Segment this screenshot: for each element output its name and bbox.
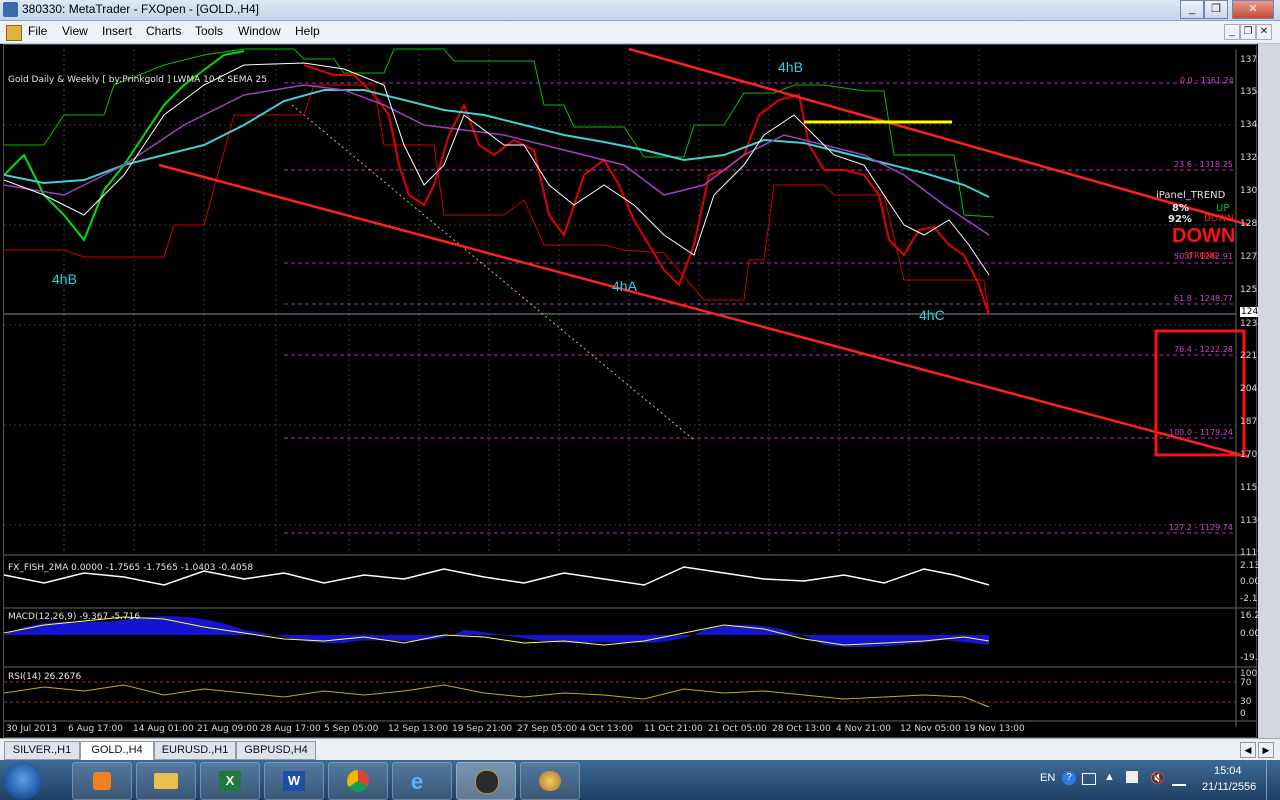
time-label: 12 Nov 05:00 <box>900 724 961 734</box>
time-label: 11 Oct 21:00 <box>644 724 703 734</box>
menu-charts[interactable]: Charts <box>146 24 181 38</box>
time-label: 5 Sep 05:00 <box>324 724 379 734</box>
help-icon[interactable]: ? <box>1062 771 1076 785</box>
chart-canvas[interactable] <box>4 45 1256 737</box>
menu-file[interactable]: File <box>28 24 47 38</box>
ma-cyan-line <box>4 89 990 198</box>
rsi-line <box>4 684 990 708</box>
time-label: 28 Aug 17:00 <box>260 724 321 734</box>
wave-label-4hb-top: 4hB <box>778 59 803 75</box>
tab-gbpusd-h4[interactable]: GBPUSD,H4 <box>236 741 316 760</box>
fib-label: 23.6 - 1318.25 <box>1174 160 1233 169</box>
trend-up-label: UP <box>1216 203 1230 214</box>
close-button[interactable]: ✕ <box>1232 0 1274 19</box>
menu-help[interactable]: Help <box>295 24 320 38</box>
clock-date[interactable]: 21/11/2556 <box>1202 781 1256 793</box>
macd-histogram <box>4 616 989 648</box>
fib-label: 61.8 - 1248.77 <box>1174 294 1233 303</box>
lower-channel-line <box>4 84 990 316</box>
menu-tools[interactable]: Tools <box>195 24 223 38</box>
time-label: 21 Oct 05:00 <box>708 724 767 734</box>
word-taskbar-icon[interactable]: W <box>264 762 324 800</box>
trend-down-label: DOWN <box>1204 214 1234 224</box>
tab-eurusd-h1[interactable]: EURUSD.,H1 <box>154 741 236 760</box>
menu-bar: File View Insert Charts Tools Window Hel… <box>0 21 1280 44</box>
time-label: 28 Oct 13:00 <box>772 724 831 734</box>
window-title: 380330: MetaTrader - FXOpen - [GOLD.,H4] <box>22 2 259 16</box>
wave-label-4hc: 4hC <box>919 307 945 323</box>
windows-taskbar: X W e EN ? ▲ 🔇 15:04 21/11/2556 <box>0 760 1280 800</box>
network-icon[interactable] <box>1172 772 1186 786</box>
tray-expand-icon[interactable]: ▲ <box>1104 771 1115 783</box>
tab-gold-h4[interactable]: GOLD.,H4 <box>80 741 154 760</box>
lower-trendline <box>158 163 1250 459</box>
fibonacci-levels <box>284 82 1236 534</box>
metatrader-icon <box>3 2 18 17</box>
chart-header: Gold Daily & Weekly [ by:Prinkgold ] LWM… <box>8 75 267 85</box>
ma-purple-line <box>4 84 990 236</box>
right-scroll-area[interactable] <box>1258 44 1280 738</box>
time-label: 21 Aug 09:00 <box>197 724 258 734</box>
minimize-button[interactable]: _ <box>1180 0 1204 19</box>
time-label: 12 Sep 13:00 <box>388 724 449 734</box>
media-player-taskbar-icon[interactable] <box>72 762 132 800</box>
wave-label-4ha: 4hA <box>612 278 637 294</box>
metatrader-taskbar-icon[interactable] <box>456 762 516 800</box>
mdi-close-button[interactable]: ✕ <box>1256 24 1272 40</box>
time-label: 6 Aug 17:00 <box>68 724 123 734</box>
macd-indicator-label: MACD(12,26,9) -9.367 -5.716 <box>8 612 141 622</box>
menu-view[interactable]: View <box>62 24 88 38</box>
clock-time[interactable]: 15:04 <box>1214 765 1242 777</box>
time-label: 14 Aug 01:00 <box>133 724 194 734</box>
time-label: 27 Sep 05:00 <box>517 724 578 734</box>
fib-label: 100.0 - 1179.24 <box>1169 428 1233 437</box>
restore-button[interactable]: ❐ <box>1204 0 1228 19</box>
mdi-restore-button[interactable]: ❐ <box>1240 24 1256 40</box>
trend-down-pct: 92% <box>1168 214 1192 225</box>
fib-label: 0.0 - 1361.24 <box>1180 76 1234 85</box>
title-bar: 380330: MetaTrader - FXOpen - [GOLD.,H4]… <box>0 0 1280 21</box>
tab-silver-h1[interactable]: SILVER.,H1 <box>4 741 80 760</box>
time-label: 30 Jul 2013 <box>6 724 57 734</box>
chart-tabs-bar: SILVER.,H1 GOLD.,H4 EURUSD.,H1 GBPUSD,H4… <box>0 738 1280 761</box>
chart-window[interactable]: Gold Daily & Weekly [ by:Prinkgold ] LWM… <box>3 44 1280 738</box>
rsi-indicator-label: RSI(14) 26.2676 <box>8 672 82 682</box>
explorer-taskbar-icon[interactable] <box>136 762 196 800</box>
language-indicator[interactable]: EN <box>1040 772 1055 784</box>
time-label: 19 Sep 21:00 <box>452 724 513 734</box>
action-center-icon[interactable] <box>1126 771 1138 783</box>
trend-up-pct: 8% <box>1172 203 1189 214</box>
chart-document-icon <box>6 25 22 41</box>
wave-label-4hb-left: 4hB <box>52 271 77 287</box>
menu-window[interactable]: Window <box>238 24 281 38</box>
fib-label: 76.4 - 1222.28 <box>1174 345 1233 354</box>
fisher-indicator-label: FX_FISH_2MA 0.0000 -1.7565 -1.7565 -1.04… <box>8 563 254 573</box>
rsi-scale-70: 70 <box>1240 678 1252 688</box>
menu-insert[interactable]: Insert <box>102 24 132 38</box>
rsi-scale-0: 0 <box>1240 709 1246 719</box>
trend-panel-title: iPanel_TREND <box>1156 190 1226 201</box>
start-button[interactable] <box>4 762 42 800</box>
fib-label: 127.2 - 1129.74 <box>1169 523 1233 532</box>
tabs-scroll-left-icon[interactable]: ◀ <box>1240 742 1256 758</box>
time-label: 4 Nov 21:00 <box>836 724 891 734</box>
time-label: 19 Nov 13:00 <box>964 724 1025 734</box>
chrome-taskbar-icon[interactable] <box>328 762 388 800</box>
trend-strong-label: STRONG <box>1184 251 1219 260</box>
show-desktop-button[interactable] <box>1266 760 1280 800</box>
grid-lines <box>4 49 1236 555</box>
excel-taskbar-icon[interactable]: X <box>200 762 260 800</box>
tabs-scroll-right-icon[interactable]: ▶ <box>1258 742 1274 758</box>
keyboard-icon[interactable] <box>1082 773 1096 785</box>
trend-down-big: DOWN <box>1172 225 1236 247</box>
internet-explorer-taskbar-icon[interactable]: e <box>392 762 452 800</box>
mdi-minimize-button[interactable]: _ <box>1224 24 1240 40</box>
paint-taskbar-icon[interactable] <box>520 762 580 800</box>
volume-muted-icon[interactable]: 🔇 <box>1150 771 1165 785</box>
time-label: 4 Oct 13:00 <box>580 724 633 734</box>
rsi-scale-30: 30 <box>1240 697 1252 707</box>
